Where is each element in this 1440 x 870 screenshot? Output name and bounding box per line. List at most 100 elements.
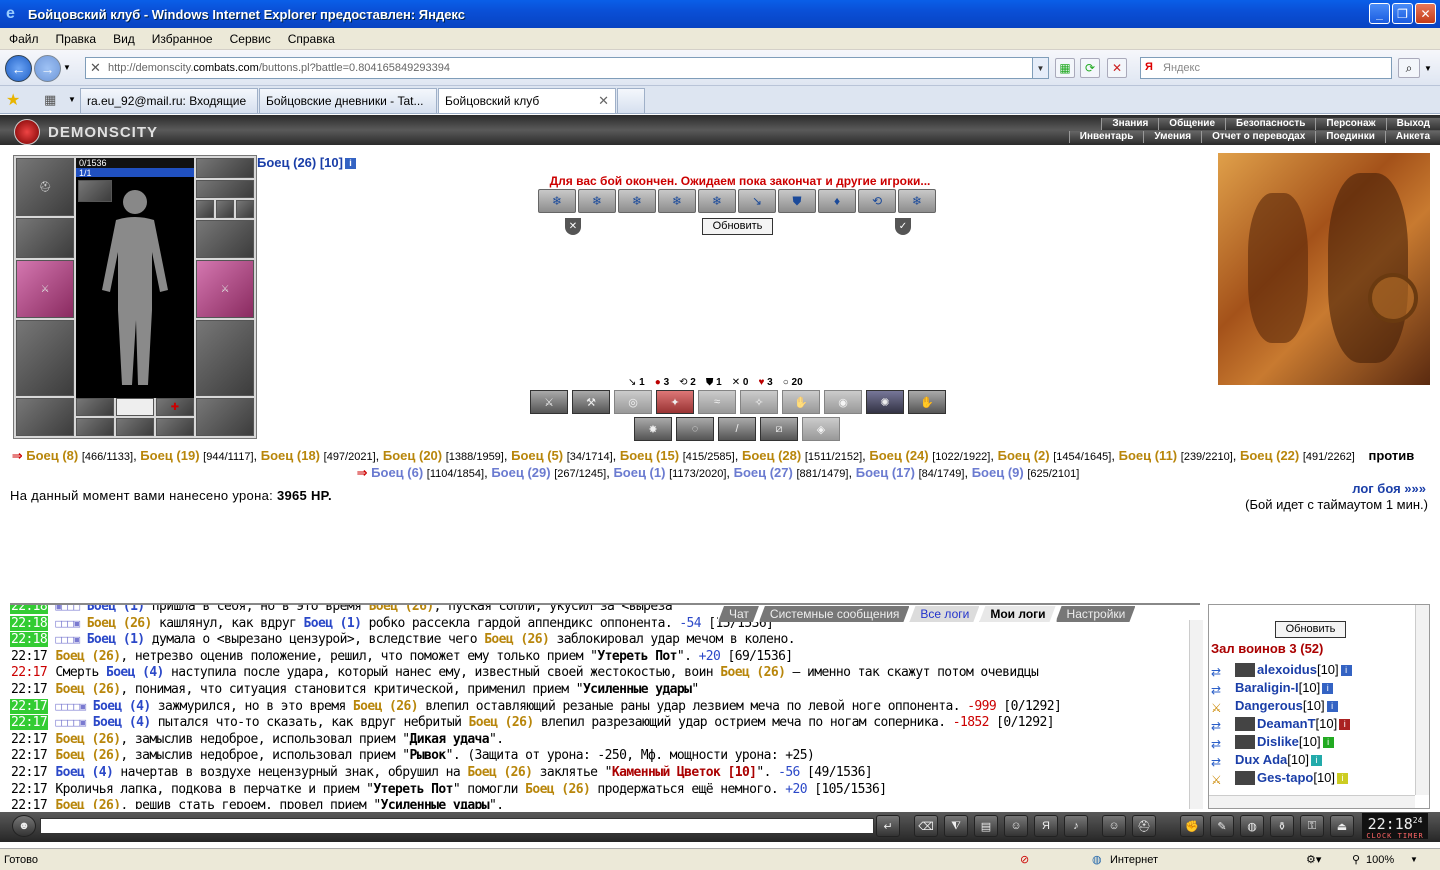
fighter-name[interactable]: Боец (1): [613, 465, 665, 480]
leggings-slot[interactable]: [196, 320, 254, 396]
menu-character[interactable]: Персонаж: [1315, 118, 1386, 130]
player-name[interactable]: alexoidus: [1257, 661, 1317, 679]
fighter-name[interactable]: Боец (9): [972, 465, 1024, 480]
weapon-left-slot[interactable]: ⚔: [16, 260, 74, 318]
info-icon[interactable]: i: [1337, 772, 1349, 784]
minimize-button[interactable]: _: [1369, 3, 1390, 24]
helmet-slot[interactable]: ⛑: [16, 158, 74, 216]
info-icon[interactable]: i: [1339, 718, 1351, 730]
item-slot-6[interactable]: [156, 418, 194, 436]
player-name[interactable]: Ges-tapo: [1257, 769, 1313, 787]
tab-fight-club[interactable]: Бойцовский клуб ✕: [438, 88, 616, 113]
fighter-name[interactable]: Боец (22): [1240, 448, 1299, 463]
player-name[interactable]: DeamanT: [1257, 715, 1316, 733]
chat-scrollbar[interactable]: [1189, 620, 1203, 809]
tab-chat[interactable]: Чат: [718, 606, 759, 622]
menu-help[interactable]: Справка: [279, 32, 343, 46]
scroll-attack-icon[interactable]: ↘: [738, 189, 776, 213]
send-icon[interactable]: ↵: [876, 815, 900, 837]
equipped-item-slot[interactable]: [78, 180, 112, 202]
scroll-shield-icon[interactable]: ⛊: [778, 189, 816, 213]
translit-icon[interactable]: Я: [1034, 815, 1058, 837]
armor-slot[interactable]: [16, 320, 74, 396]
bracers-slot[interactable]: [16, 218, 74, 258]
new-tab-button[interactable]: [617, 88, 645, 113]
info-icon[interactable]: i: [1310, 754, 1322, 766]
protected-mode-icon[interactable]: ⚙▾: [1306, 853, 1321, 866]
fighter-name[interactable]: Боец (6): [371, 465, 423, 480]
skill-3[interactable]: ◎: [614, 390, 652, 414]
search-input[interactable]: Я Яндекс: [1140, 57, 1392, 79]
skill-15[interactable]: ◈: [802, 417, 840, 441]
player-name[interactable]: Baraligin-I: [1235, 679, 1299, 697]
player-name[interactable]: Dangerous: [1235, 697, 1303, 715]
item-slot-5[interactable]: [116, 418, 154, 436]
menu-tools[interactable]: Сервис: [221, 32, 279, 46]
menu-communication[interactable]: Общение: [1158, 118, 1225, 130]
player-name[interactable]: Боец (26) [10] i: [257, 155, 356, 170]
scroll-recycle-icon[interactable]: ⟲: [858, 189, 896, 213]
menu-exit[interactable]: Выход: [1385, 118, 1440, 130]
info-icon[interactable]: i: [1322, 736, 1334, 748]
menu-skills[interactable]: Умения: [1143, 131, 1202, 143]
skill-1[interactable]: ⚔: [530, 390, 568, 414]
chat-input[interactable]: [40, 818, 874, 834]
quick-tabs-icon[interactable]: ▦: [44, 92, 56, 108]
fighter-name[interactable]: Боец (27): [734, 465, 793, 480]
menu-knowledge[interactable]: Знания: [1101, 118, 1159, 130]
list-item[interactable]: ⇄ alexoidus [10] i: [1211, 661, 1416, 679]
address-bar[interactable]: ✕ http://demonscity. combats.com/buttons.…: [85, 57, 1049, 79]
book-icon[interactable]: ▤: [974, 815, 998, 837]
scroll-frost-icon[interactable]: ❄: [658, 189, 696, 213]
stop-icon[interactable]: ✕: [1107, 58, 1127, 78]
tab-diaries[interactable]: Бойцовские дневники - Tat...: [259, 88, 437, 113]
menu-transfers[interactable]: Отчет о переводах: [1201, 131, 1316, 143]
fighter-name[interactable]: Боец (15): [620, 448, 679, 463]
chat-mode-icon[interactable]: ☻: [12, 815, 36, 837]
skill-9[interactable]: ✺: [866, 390, 904, 414]
skill-13[interactable]: /: [718, 417, 756, 441]
refresh-icon[interactable]: ⟳: [1080, 58, 1100, 78]
ring3-slot[interactable]: [236, 200, 254, 218]
menu-profile[interactable]: Анкета: [1384, 131, 1440, 143]
belt-slot[interactable]: [16, 398, 74, 436]
boots-slot[interactable]: [196, 398, 254, 436]
ring1-slot[interactable]: [196, 200, 214, 218]
item-slot-3[interactable]: ✚: [156, 398, 194, 416]
scroll-frost-icon[interactable]: ❄: [698, 189, 736, 213]
search-options-icon[interactable]: ▼: [1424, 64, 1432, 73]
person-icon[interactable]: ☺: [1004, 815, 1028, 837]
tab-my-logs[interactable]: Мои логи: [979, 606, 1055, 622]
history-dropdown-icon[interactable]: ▼: [63, 63, 71, 72]
tab-system-messages[interactable]: Системные сообщения: [759, 606, 910, 622]
info-icon[interactable]: i: [1322, 682, 1334, 694]
fighter-name[interactable]: Боец (2): [998, 448, 1050, 463]
bag-icon[interactable]: ⚱: [1270, 815, 1294, 837]
ring2-slot[interactable]: [216, 200, 234, 218]
menu-view[interactable]: Вид: [104, 32, 143, 46]
tab-settings[interactable]: Настройки: [1056, 606, 1136, 622]
lock-icon[interactable]: ⚿: [1300, 815, 1324, 837]
refresh-battle-button[interactable]: Обновить: [702, 218, 773, 235]
fighter-name[interactable]: Боец (28): [742, 448, 801, 463]
fighter-name[interactable]: Боец (24): [869, 448, 928, 463]
scroll-frost-icon[interactable]: ❄: [578, 189, 616, 213]
helmet-icon[interactable]: ⛑: [1132, 815, 1156, 837]
popup-blocker-icon[interactable]: ⊘: [1020, 853, 1029, 866]
menu-inventory[interactable]: Инвентарь: [1068, 131, 1144, 143]
player-name[interactable]: Dislike: [1257, 733, 1299, 751]
fighter-name[interactable]: Боец (20): [383, 448, 442, 463]
list-item[interactable]: ⇄ Baraligin-I [10] i: [1211, 679, 1416, 697]
scroll-frost-icon[interactable]: ❄: [898, 189, 936, 213]
skill-11[interactable]: ✸: [634, 417, 672, 441]
menu-favorites[interactable]: Избранное: [143, 32, 221, 46]
menu-edit[interactable]: Правка: [47, 32, 105, 46]
tab-all-logs[interactable]: Все логи: [909, 606, 979, 622]
scroll-blood-icon[interactable]: ♦: [818, 189, 856, 213]
list-item[interactable]: ⚔ Ges-tapo [10] i: [1211, 769, 1416, 787]
player-name[interactable]: Dux Ada: [1235, 751, 1287, 769]
fighter-name[interactable]: Боец (18): [261, 448, 320, 463]
list-item[interactable]: ⇄ DeamanT [10] i: [1211, 715, 1416, 733]
close-window-button[interactable]: ✕: [1415, 3, 1436, 24]
item-slot-2[interactable]: [116, 398, 154, 416]
